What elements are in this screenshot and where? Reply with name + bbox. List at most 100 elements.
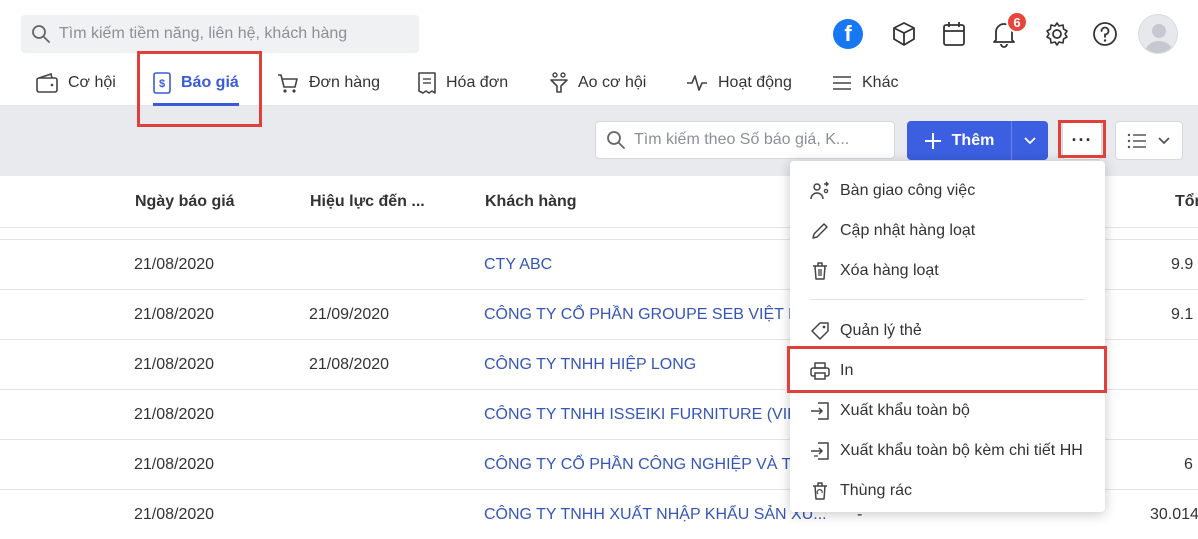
tab-khac[interactable]: Khác [832, 60, 898, 106]
menu-item-label: Thùng rác [840, 482, 913, 499]
cube-icon [893, 22, 915, 46]
global-search[interactable] [21, 15, 419, 53]
tab-label: Hoạt động [718, 74, 792, 91]
menu-item-print[interactable]: In [790, 351, 1105, 391]
menu-icon [833, 76, 851, 90]
cell-total: 6 [1184, 456, 1193, 473]
menu-item-bulk-update[interactable]: Cập nhật hàng loạt [790, 211, 1105, 251]
view-mode-button[interactable] [1115, 121, 1183, 160]
menu-item-label: In [840, 362, 854, 379]
trash-icon [813, 262, 827, 280]
menu-item-label: Cập nhật hàng loạt [840, 222, 976, 239]
tab-don-hang[interactable]: Đơn hàng [277, 60, 380, 106]
tab-label: Cơ hội [68, 74, 116, 91]
menu-item-label: Quản lý thẻ [840, 322, 922, 339]
quote-search-input[interactable] [634, 131, 894, 149]
cell-valid: 21/08/2020 [309, 356, 390, 373]
more-actions-button[interactable]: ··· [1062, 121, 1102, 160]
tab-label: Khác [862, 74, 899, 91]
notifications-button[interactable]: 6 [984, 11, 1028, 56]
calendar-button[interactable] [934, 12, 974, 56]
facebook-icon: f [833, 19, 863, 49]
tab-co-hoi[interactable]: Cơ hội [36, 60, 116, 106]
column-header-valid-until[interactable]: Hiệu lực đến ... [310, 193, 425, 211]
quote-search[interactable] [595, 121, 895, 159]
avatar [1138, 14, 1178, 54]
wallet-icon [36, 73, 58, 93]
plus-icon [924, 132, 941, 149]
menu-item-export-detail[interactable]: Xuất khẩu toàn bộ kèm chi tiết HH [790, 431, 1105, 471]
column-header-customer[interactable]: Khách hàng [485, 193, 577, 211]
menu-item-bulk-delete[interactable]: Xóa hàng loạt [790, 251, 1105, 291]
gear-icon [1046, 22, 1068, 46]
global-search-input[interactable] [59, 25, 409, 43]
column-header-total[interactable]: Tổn [1175, 193, 1198, 211]
help-icon [1093, 22, 1117, 46]
menu-item-label: Xóa hàng loạt [840, 262, 939, 279]
customer-link[interactable]: CTY ABC [484, 256, 552, 274]
cell-date: 21/08/2020 [134, 456, 215, 473]
tab-label: Báo giá [181, 74, 239, 91]
facebook-button[interactable]: f [828, 12, 868, 56]
customer-link[interactable]: CÔNG TY CỔ PHẦN CÔNG NGHIỆP VÀ THƯ [484, 456, 817, 474]
avatar-button[interactable] [1136, 12, 1180, 56]
cell-date: 21/08/2020 [134, 406, 215, 423]
customer-link[interactable]: CÔNG TY TNHH XUẤT NHẬP KHẨU SẢN XU... [484, 506, 827, 524]
calendar-icon [943, 22, 965, 46]
more-icon: ··· [1071, 130, 1093, 150]
printer-icon [810, 362, 830, 380]
more-actions-menu: Bàn giao công việc Cập nhật hàng loạt Xó… [790, 161, 1105, 512]
add-button-label: Thêm [951, 131, 995, 149]
customer-link[interactable]: CÔNG TY TNHH HIỆP LONG [484, 356, 696, 374]
cell-date: 21/08/2020 [134, 356, 215, 373]
menu-item-label: Xuất khẩu toàn bộ kèm chi tiết HH [840, 442, 1083, 459]
add-options-button[interactable] [1011, 121, 1048, 160]
cell-total: 9.9 [1171, 256, 1194, 273]
cell-total: 30.014 [1150, 506, 1198, 523]
tab-label: Đơn hàng [309, 74, 380, 91]
search-icon [32, 25, 50, 43]
notification-badge: 6 [1006, 11, 1028, 33]
module-nav: Cơ hội $ Báo giá Đơn hàng Hóa đơn Ao cơ … [0, 60, 1198, 106]
help-button[interactable] [1085, 12, 1125, 56]
customer-link[interactable]: CÔNG TY TNHH ISSEIKI FURNITURE (VIỆT [484, 406, 808, 424]
cart-icon [278, 74, 298, 93]
menu-item-label: Xuất khẩu toàn bộ [840, 402, 970, 419]
invoice-icon [418, 72, 436, 94]
menu-divider [810, 299, 1085, 300]
chevron-down-icon [1158, 136, 1170, 144]
menu-item-tags[interactable]: Quản lý thẻ [790, 311, 1105, 351]
recycle-bin-icon [813, 482, 827, 500]
tab-bao-gia[interactable]: $ Báo giá [153, 60, 239, 106]
activity-icon [687, 75, 707, 91]
menu-item-recycle-bin[interactable]: Thùng rác [790, 471, 1105, 511]
tab-hoa-don[interactable]: Hóa đơn [418, 60, 508, 106]
cell-date: 21/08/2020 [134, 506, 215, 523]
menu-item-handover[interactable]: Bàn giao công việc [790, 171, 1105, 211]
tab-ao-co-hoi[interactable]: Ao cơ hội [550, 60, 646, 106]
cell-valid: 21/09/2020 [309, 306, 390, 323]
tag-icon [811, 322, 829, 340]
column-header-date[interactable]: Ngày báo giá [135, 193, 235, 211]
search-icon [607, 131, 625, 149]
funnel-icon [550, 72, 568, 93]
tab-label: Ao cơ hội [578, 74, 647, 91]
menu-item-export-all[interactable]: Xuất khẩu toàn bộ [790, 391, 1105, 431]
cell-total: 9.1 [1171, 306, 1194, 323]
cube-button[interactable] [884, 12, 924, 56]
quote-icon: $ [153, 72, 171, 94]
menu-item-label: Bàn giao công việc [840, 182, 976, 199]
svg-text:$: $ [159, 78, 165, 90]
tab-hoat-dong[interactable]: Hoạt động [686, 60, 792, 106]
settings-button[interactable] [1037, 12, 1077, 56]
tab-label: Hóa đơn [446, 74, 509, 91]
cell-date: 21/08/2020 [134, 256, 215, 273]
top-bar: f 6 Cơ hội $ Báo giá [0, 0, 1198, 106]
handover-icon [810, 181, 829, 200]
customer-link[interactable]: CÔNG TY CỔ PHẦN GROUPE SEB VIỆT NA [484, 306, 810, 324]
pencil-icon [812, 223, 828, 239]
cell-date: 21/08/2020 [134, 306, 215, 323]
chevron-down-icon [1024, 136, 1036, 144]
export-detail-icon [811, 442, 829, 460]
add-button[interactable]: Thêm [907, 121, 1011, 160]
